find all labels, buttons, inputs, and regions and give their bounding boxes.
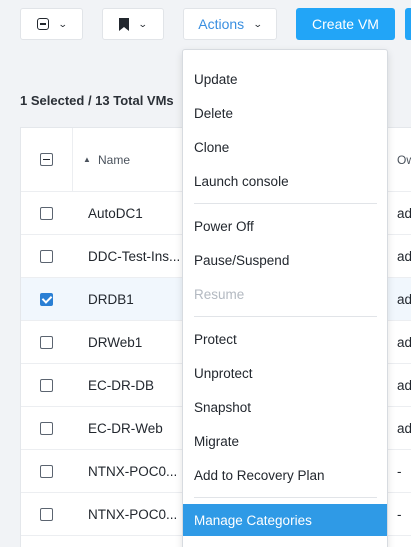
minus-checkbox-icon: [36, 18, 49, 30]
chevron-down-icon: ⌄: [138, 18, 148, 29]
selection-summary: 1 Selected / 13 Total VMs: [20, 93, 174, 108]
vm-name[interactable]: DDC-Test-Ins...: [88, 249, 180, 264]
total-count: / 13 Total VMs: [84, 93, 174, 108]
row-checkbox[interactable]: [40, 379, 53, 392]
menu-item-power-off[interactable]: Power Off: [183, 210, 387, 242]
vm-owner: ad: [397, 421, 411, 436]
vm-owner: ad: [397, 378, 411, 393]
chevron-down-icon: ⌄: [57, 18, 68, 29]
vm-owner: ad: [397, 249, 411, 264]
row-checkbox[interactable]: [40, 422, 53, 435]
column-header-owner[interactable]: Ow: [397, 153, 411, 167]
menu-item-launch-console[interactable]: Launch console: [183, 165, 387, 197]
actions-label: Actions: [198, 16, 245, 32]
menu-item-protect[interactable]: Protect: [183, 323, 387, 355]
vm-name[interactable]: DRWeb1: [88, 335, 142, 350]
row-checkbox[interactable]: [40, 465, 53, 478]
vm-owner: ad: [397, 335, 411, 350]
menu-item-unprotect[interactable]: Unprotect: [183, 357, 387, 389]
vm-name[interactable]: NTNX-POC0...: [88, 507, 177, 522]
vm-owner: ad: [397, 292, 411, 307]
vm-name[interactable]: DRDB1: [88, 292, 134, 307]
bookmark-icon: [119, 17, 130, 31]
select-all-checkbox[interactable]: [40, 153, 53, 166]
row-checkbox-checked[interactable]: [40, 293, 53, 306]
select-dropdown-button[interactable]: ⌄: [20, 8, 83, 40]
menu-item-add-to-recovery-plan[interactable]: Add to Recovery Plan: [183, 459, 387, 491]
create-vm-button[interactable]: Create VM: [296, 8, 395, 40]
selected-count: 1 Selected: [20, 93, 85, 108]
menu-item-clone[interactable]: Clone: [183, 131, 387, 163]
column-divider: [72, 128, 73, 192]
sort-ascending-icon: ▲: [83, 155, 91, 164]
menu-item-migrate[interactable]: Migrate: [183, 425, 387, 457]
row-checkbox[interactable]: [40, 336, 53, 349]
actions-dropdown-button[interactable]: Actions ⌄: [183, 8, 277, 40]
row-checkbox[interactable]: [40, 508, 53, 521]
row-checkbox[interactable]: [40, 250, 53, 263]
secondary-create-button[interactable]: [405, 8, 411, 40]
column-header-name[interactable]: Name: [98, 153, 130, 167]
vm-name[interactable]: EC-DR-Web: [88, 421, 163, 436]
vm-name[interactable]: NTNX-POC0...: [88, 464, 177, 479]
menu-item-delete[interactable]: Delete: [183, 97, 387, 129]
actions-menu: Update Delete Clone Launch console Power…: [182, 49, 388, 547]
menu-item-snapshot[interactable]: Snapshot: [183, 391, 387, 423]
bookmark-dropdown-button[interactable]: ⌄: [102, 8, 164, 40]
menu-item-resume: Resume: [194, 286, 245, 302]
vm-owner: ad: [397, 206, 411, 221]
vm-name[interactable]: EC-DR-DB: [88, 378, 154, 393]
menu-separator: [194, 316, 377, 317]
vm-owner: -: [397, 507, 402, 522]
create-vm-label: Create VM: [312, 16, 379, 32]
menu-item-pause-suspend[interactable]: Pause/Suspend: [183, 244, 387, 276]
menu-item-manage-categories[interactable]: Manage Categories: [183, 504, 387, 536]
vm-owner: -: [397, 464, 402, 479]
menu-separator: [194, 203, 377, 204]
menu-separator: [194, 497, 377, 498]
vm-name[interactable]: AutoDC1: [88, 206, 143, 221]
row-checkbox[interactable]: [40, 207, 53, 220]
chevron-down-icon: ⌄: [253, 18, 263, 29]
menu-item-update[interactable]: Update: [183, 63, 387, 95]
